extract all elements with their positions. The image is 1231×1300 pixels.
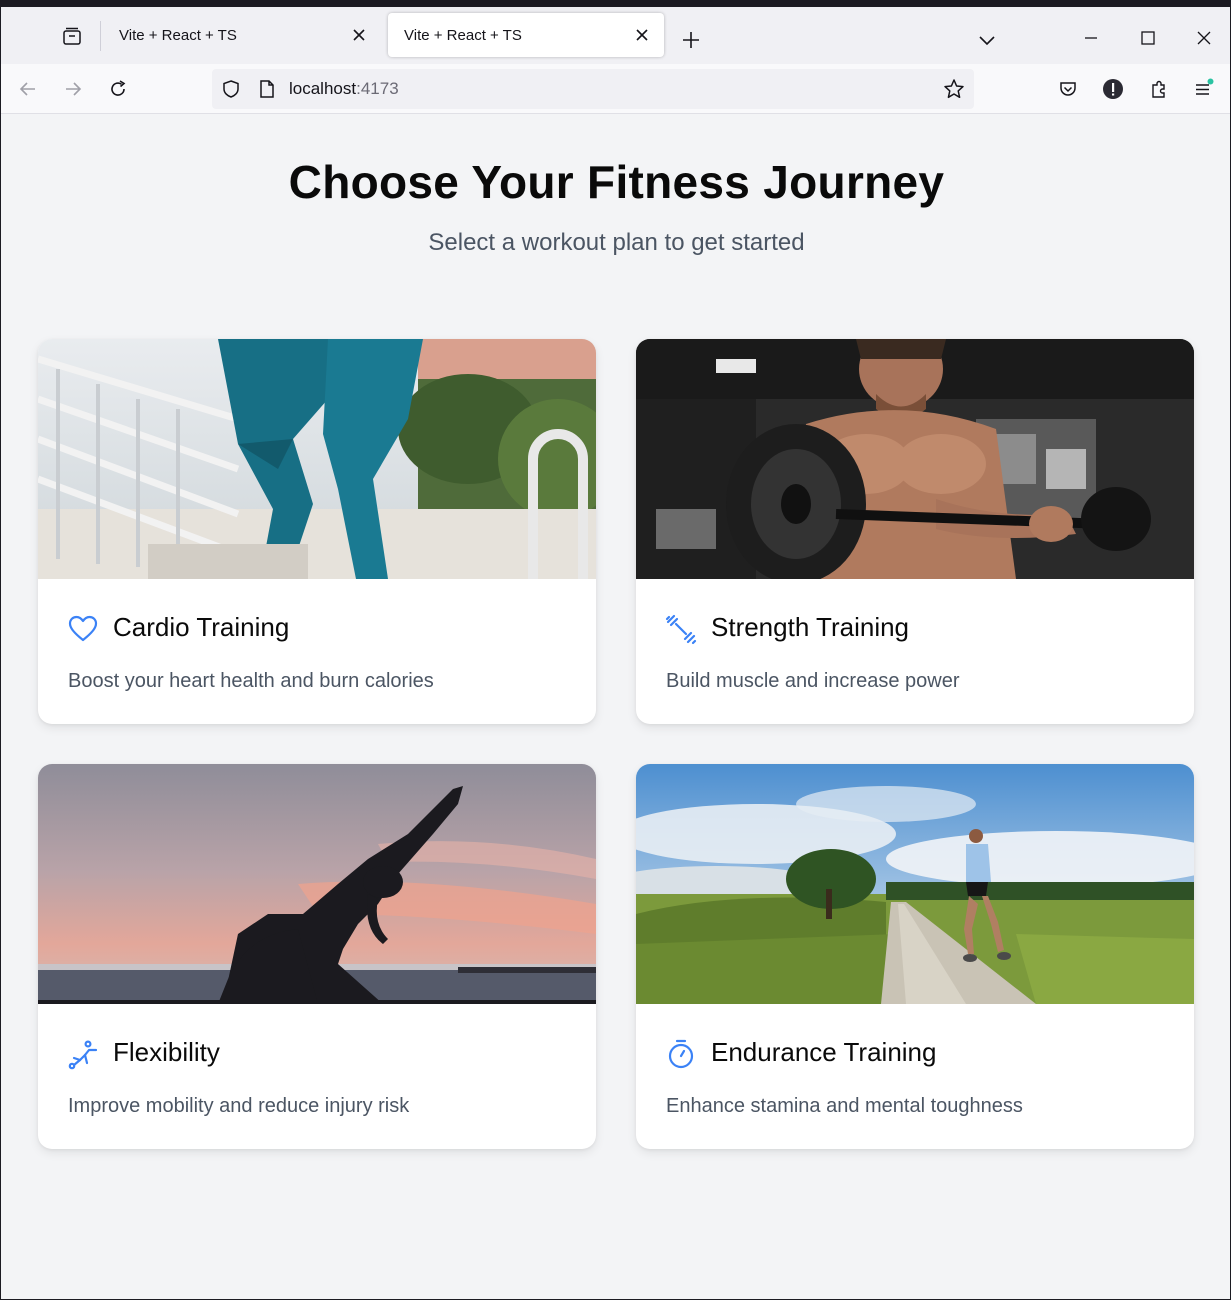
tab-title: Vite + React + TS (119, 26, 237, 44)
workout-card-endurance[interactable]: Endurance Training Enhance stamina and m… (636, 764, 1194, 1149)
navigation-bar: localhost:4173 (1, 64, 1230, 114)
legs-on-stairs-image (38, 339, 596, 579)
workout-card-cardio[interactable]: Cardio Training Boost your heart health … (38, 339, 596, 724)
tab-overview-icon (62, 27, 81, 45)
runner-on-trail-image (636, 764, 1194, 1004)
reload-button[interactable] (103, 74, 133, 104)
pocket-icon (1060, 82, 1076, 96)
card-description: Improve mobility and reduce injury risk (68, 1095, 410, 1117)
tab-2[interactable]: Vite + React + TS (388, 13, 664, 57)
card-description: Boost your heart health and burn calorie… (68, 670, 434, 692)
list-all-tabs-button[interactable] (973, 26, 1001, 54)
reload-icon (111, 80, 126, 96)
card-photo (636, 339, 1194, 579)
close-icon (353, 29, 365, 41)
tab-1[interactable]: Vite + React + TS (103, 13, 381, 57)
workout-card-strength[interactable]: Strength Training Build muscle and incre… (636, 339, 1194, 724)
url-host: localhost (289, 79, 357, 98)
maximize-icon (1141, 31, 1155, 45)
page-title: Choose Your Fitness Journey (288, 156, 945, 208)
stopwatch-icon (668, 1039, 694, 1069)
menu-icon (1196, 78, 1214, 95)
tab-overview-button[interactable] (43, 21, 101, 51)
shield-icon[interactable] (221, 79, 241, 104)
plus-icon (683, 32, 699, 48)
forward-icon (66, 82, 82, 96)
bookmark-button[interactable] (943, 78, 965, 105)
new-tab-button[interactable] (677, 26, 705, 54)
tab-strip: Vite + React + TS Vite + React + TS (1, 7, 1230, 64)
maximize-button[interactable] (1133, 23, 1163, 53)
tab-title: Vite + React + TS (404, 26, 522, 44)
tab-close-button[interactable] (628, 21, 656, 49)
man-lifting-barbell-image (636, 339, 1194, 579)
app-menu-button[interactable] (1188, 74, 1218, 104)
forward-button[interactable] (58, 74, 88, 104)
card-description: Build muscle and increase power (666, 670, 960, 692)
account-button[interactable] (1098, 74, 1128, 104)
page-content: Choose Your Fitness Journey Select a wor… (2, 115, 1230, 1299)
card-title: Strength Training (711, 612, 910, 642)
yoga-silhouette-sunset-image (38, 764, 596, 1004)
account-icon (1103, 79, 1123, 99)
extensions-button[interactable] (1144, 74, 1174, 104)
page-subtitle: Select a workout plan to get started (428, 229, 805, 256)
minimize-icon (1085, 37, 1097, 39)
tab-close-button[interactable] (345, 21, 373, 49)
url-bar[interactable]: localhost:4173 (212, 69, 974, 109)
pocket-button[interactable] (1053, 74, 1083, 104)
close-icon (1197, 31, 1211, 45)
card-photo (38, 339, 596, 579)
card-photo (38, 764, 596, 1004)
stretch-icon (68, 1040, 98, 1070)
back-icon (19, 82, 35, 96)
close-icon (636, 29, 648, 41)
minimize-button[interactable] (1076, 23, 1106, 53)
card-title: Cardio Training (113, 612, 290, 642)
back-button[interactable] (13, 74, 43, 104)
close-window-button[interactable] (1189, 23, 1219, 53)
dumbbell-icon (665, 614, 697, 645)
browser-window: Vite + React + TS Vite + React + TS loca… (0, 0, 1231, 1300)
extensions-icon (1152, 80, 1165, 98)
heart-icon (68, 615, 98, 642)
chevron-down-icon (979, 36, 995, 46)
card-title: Endurance Training (711, 1037, 937, 1067)
url-text[interactable]: localhost:4173 (289, 79, 399, 99)
card-description: Enhance stamina and mental toughness (666, 1095, 1023, 1117)
workout-card-flexibility[interactable]: Flexibility Improve mobility and reduce … (38, 764, 596, 1149)
card-photo (636, 764, 1194, 1004)
page-icon[interactable] (258, 79, 276, 104)
star-icon (944, 79, 964, 99)
url-port: :4173 (356, 79, 399, 98)
card-title: Flexibility (113, 1037, 220, 1067)
